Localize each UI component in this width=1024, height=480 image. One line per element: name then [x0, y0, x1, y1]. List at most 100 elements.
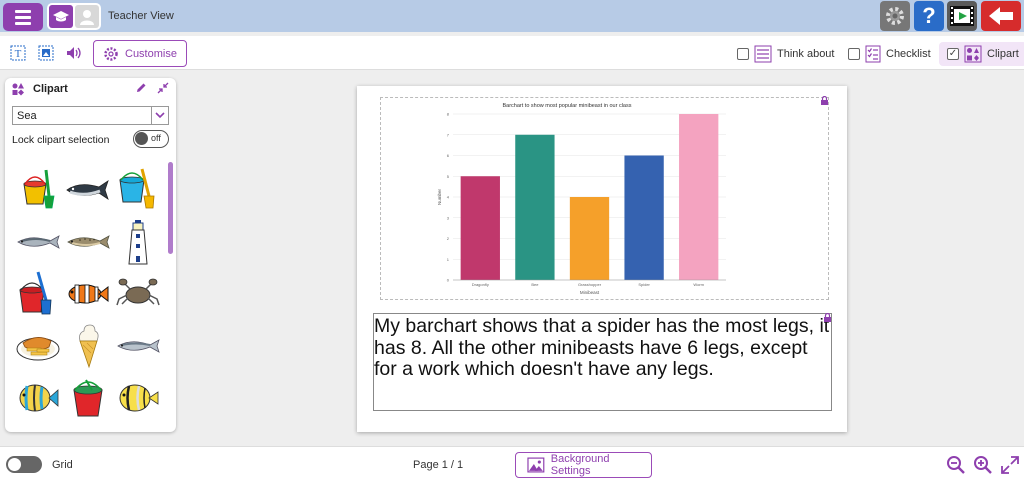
- gear-icon: [104, 46, 118, 61]
- y-axis-label: Number: [437, 189, 442, 206]
- trout-icon[interactable]: [63, 216, 113, 268]
- switch-state: off: [151, 133, 161, 143]
- switch-knob: [135, 132, 148, 145]
- background-settings-button[interactable]: Background Settings: [515, 452, 652, 478]
- panel-scrollbar[interactable]: [168, 162, 173, 254]
- x-tick-label: Grasshopper: [578, 282, 602, 287]
- crab-icon[interactable]: [113, 268, 163, 320]
- clipart-panel: Clipart Sea Lock clipart selection off: [5, 78, 176, 432]
- customise-label: Customise: [125, 47, 177, 60]
- clipart-checkbox[interactable]: ✓: [947, 48, 959, 60]
- image-tool-icon[interactable]: [38, 45, 54, 61]
- y-tick-label: 5: [447, 174, 450, 179]
- image-icon: [527, 457, 545, 473]
- ice-cream-icon[interactable]: [63, 320, 113, 372]
- text-box-content: My barchart shows that a spider has the …: [374, 315, 830, 380]
- barchart: Barchart to show most popular minibeast …: [437, 103, 726, 295]
- chart-title: Barchart to show most popular minibeast …: [502, 103, 631, 109]
- checklist-toggle[interactable]: Checklist: [848, 42, 931, 66]
- gear-icon: [886, 7, 904, 25]
- bottom-bar: Grid Page 1 / 1 Background Settings: [0, 446, 1024, 480]
- pupil-view-icon[interactable]: [75, 5, 99, 28]
- checklist-checkbox[interactable]: [848, 48, 860, 60]
- teacher-view-icon[interactable]: [49, 5, 73, 28]
- bar-worm: [679, 114, 719, 280]
- grid-switch[interactable]: [6, 456, 42, 473]
- zoom-in-icon[interactable]: [973, 455, 993, 475]
- checklist-label: Checklist: [886, 48, 931, 60]
- x-tick-label: Bee: [531, 282, 539, 287]
- pencil-icon[interactable]: [135, 82, 147, 97]
- lock-clipart-label: Lock clipart selection: [12, 134, 110, 146]
- y-tick-label: 7: [447, 132, 450, 137]
- y-tick-label: 8: [447, 112, 450, 117]
- y-tick-label: 3: [447, 215, 450, 220]
- collapse-icon[interactable]: [157, 82, 169, 97]
- think-about-icon: [754, 45, 772, 63]
- clipart-toggle[interactable]: ✓ Clipart: [939, 42, 1024, 66]
- help-button[interactable]: ?: [914, 1, 944, 31]
- settings-button[interactable]: [880, 1, 910, 31]
- bucket-spade-red-icon[interactable]: [13, 268, 63, 320]
- category-value: Sea: [17, 109, 37, 122]
- clipart-panel-header: Clipart: [5, 78, 176, 100]
- clipart-grid: [13, 164, 165, 424]
- bucket-spade-blue-icon[interactable]: [113, 164, 163, 216]
- zoom-out-icon[interactable]: [946, 455, 966, 475]
- page-count: Page 1 / 1: [413, 459, 464, 471]
- butterflyfish-icon[interactable]: [113, 372, 163, 424]
- customise-button[interactable]: Customise: [93, 40, 187, 67]
- grid-label: Grid: [52, 459, 73, 471]
- back-button[interactable]: [981, 1, 1021, 31]
- bar-dragonfly: [460, 176, 500, 280]
- text-tool-icon[interactable]: T: [10, 45, 26, 61]
- play-button[interactable]: [947, 1, 977, 31]
- x-tick-label: Worm: [693, 282, 704, 287]
- document-page[interactable]: Barchart to show most popular minibeast …: [357, 86, 847, 432]
- clipart-icon: [12, 83, 24, 96]
- x-tick-label: Spider: [638, 282, 650, 287]
- film-play-icon: [950, 6, 974, 26]
- clipart-panel-title: Clipart: [33, 83, 68, 95]
- category-select[interactable]: Sea: [12, 106, 169, 125]
- y-tick-label: 4: [447, 195, 450, 200]
- think-about-checkbox[interactable]: [737, 48, 749, 60]
- switch-knob: [8, 458, 21, 471]
- lock-icon[interactable]: [823, 313, 832, 322]
- angelfish-icon[interactable]: [13, 372, 63, 424]
- svg-text:T: T: [15, 48, 22, 60]
- bar-bee: [515, 134, 555, 280]
- clipart-icon: [964, 45, 982, 63]
- think-about-toggle[interactable]: Think about: [737, 42, 834, 66]
- background-settings-label: Background Settings: [550, 453, 610, 477]
- fish-and-chips-icon[interactable]: [13, 320, 63, 372]
- y-tick-label: 2: [447, 236, 450, 241]
- herring-icon[interactable]: [13, 216, 63, 268]
- checklist-icon: [865, 45, 881, 63]
- arrow-left-icon: [989, 7, 1013, 25]
- top-bar: Teacher View ?: [0, 0, 1024, 32]
- chevron-down-icon[interactable]: [151, 107, 168, 124]
- clownfish-icon[interactable]: [63, 268, 113, 320]
- text-box[interactable]: My barchart shows that a spider has the …: [373, 313, 832, 411]
- fullscreen-icon[interactable]: [1000, 455, 1020, 475]
- bar-spider: [624, 155, 664, 280]
- lighthouse-icon[interactable]: [113, 216, 163, 268]
- speaker-icon[interactable]: [66, 45, 82, 61]
- toolbar: T Customise Think about Checklist ✓ Clip…: [0, 36, 1024, 70]
- tuna-fish-icon[interactable]: [63, 164, 113, 216]
- y-tick-label: 0: [447, 278, 450, 283]
- barchart-object[interactable]: Barchart to show most popular minibeast …: [380, 97, 829, 300]
- sardine-icon[interactable]: [113, 320, 163, 372]
- y-tick-label: 1: [447, 257, 450, 262]
- bucket-spade-icon[interactable]: [13, 164, 63, 216]
- lock-clipart-switch[interactable]: off: [133, 130, 169, 148]
- bucket-red-icon[interactable]: [63, 372, 113, 424]
- view-label: Teacher View: [108, 10, 174, 22]
- lock-icon[interactable]: [820, 96, 829, 105]
- bar-grasshopper: [569, 197, 610, 280]
- menu-button[interactable]: [3, 3, 43, 31]
- y-tick-label: 6: [447, 153, 450, 158]
- view-toggle[interactable]: [47, 3, 101, 30]
- x-axis-label: Minibeast: [580, 290, 600, 295]
